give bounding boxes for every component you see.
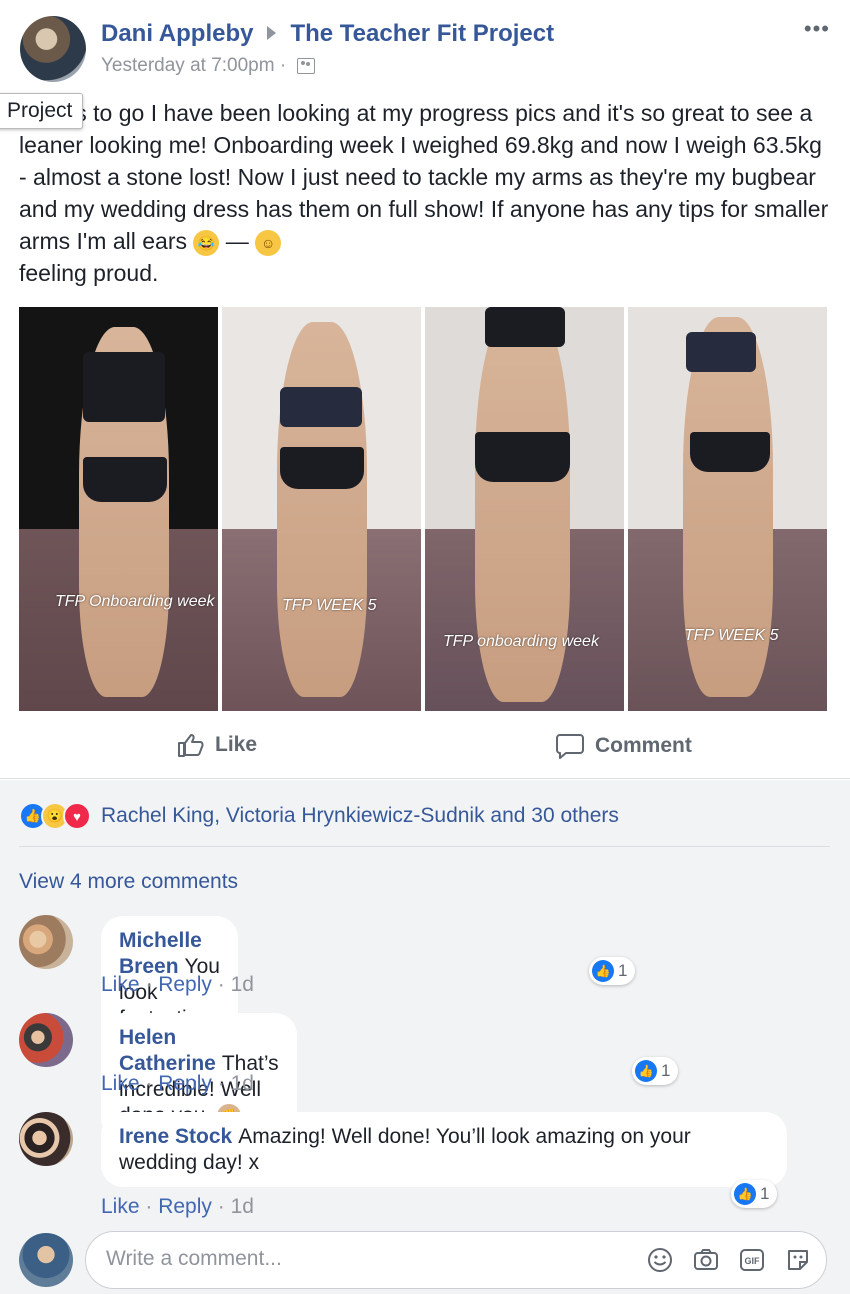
post-time[interactable]: Yesterday at 7:00pm	[101, 55, 275, 76]
commenter-name[interactable]: Helen Catherine	[119, 1026, 216, 1075]
post-meta: Yesterday at 7:00pm ·	[101, 55, 316, 77]
feeling-text: feeling proud.	[19, 260, 159, 286]
like-button[interactable]: Like	[177, 732, 257, 758]
reaction-count: 1	[661, 1061, 671, 1080]
svg-text:GIF: GIF	[745, 1256, 761, 1266]
comment-actions: Like · Reply · 1d	[101, 1195, 254, 1218]
comment-reply-link[interactable]: Reply	[158, 1195, 212, 1218]
comment-actions: Like · Reply · 1d	[101, 973, 254, 996]
reactions-summary[interactable]: 👍 😮 ♥ Rachel King, Victoria Hrynkiewicz-…	[19, 802, 619, 830]
comment-time[interactable]: 1d	[231, 1195, 254, 1218]
comment-input-icons: GIF	[646, 1246, 812, 1274]
post-dash: —	[225, 228, 249, 254]
current-user-avatar[interactable]	[19, 1233, 73, 1287]
commenter-name[interactable]: Irene Stock	[119, 1125, 232, 1148]
photo-caption-1: TFP Onboarding week	[55, 593, 215, 610]
comment-like-link[interactable]: Like	[101, 973, 140, 996]
comment-bubble: Irene Stock Amazing! Well done! You’ll lo…	[101, 1112, 787, 1187]
post-photo[interactable]: TFP Onboarding week TFP WEEK 5 TFP onboa…	[19, 307, 827, 711]
comment-actions: Like · Reply · 1d	[101, 1072, 254, 1095]
commenter-avatar[interactable]	[19, 1013, 73, 1067]
photo-panel-2: TFP WEEK 5	[222, 307, 421, 711]
photo-caption-2: TFP WEEK 5	[282, 597, 377, 614]
commenter-avatar[interactable]	[19, 1112, 73, 1166]
reaction-count: 1	[618, 961, 628, 980]
photo-panel-4: TFP WEEK 5	[628, 307, 827, 711]
emoji-icon[interactable]	[646, 1246, 674, 1274]
comment-input-placeholder: Write a comment...	[106, 1247, 282, 1270]
more-options-icon[interactable]: •••	[804, 16, 830, 42]
comment-reaction-badge[interactable]: 👍 1	[589, 957, 636, 985]
view-more-comments[interactable]: View 4 more comments	[19, 870, 238, 894]
photo-panel-3: TFP onboarding week	[425, 307, 624, 711]
tooltip: Project	[0, 93, 84, 129]
comment-reply-link[interactable]: Reply	[158, 973, 212, 996]
post-header: Dani Appleby The Teacher Fit Project	[101, 20, 554, 48]
commenter-avatar[interactable]	[19, 915, 73, 969]
meta-separator: ·	[279, 55, 287, 76]
photo-caption-4: TFP WEEK 5	[684, 627, 779, 644]
smiling-emoji-icon: ☺	[255, 229, 282, 256]
comment-section: 👍 😮 ♥ Rachel King, Victoria Hrynkiewicz-…	[0, 780, 850, 1294]
comment-button[interactable]: Comment	[555, 732, 692, 760]
post-text: 7 days to go I have been looking at my p…	[19, 97, 834, 289]
group-name[interactable]: The Teacher Fit Project	[290, 20, 554, 47]
like-reaction-icon: 👍	[635, 1060, 657, 1082]
comment-time[interactable]: 1d	[231, 973, 254, 996]
thumbs-up-icon	[178, 734, 204, 757]
post: Dani Appleby The Teacher Fit Project Yest…	[0, 0, 850, 780]
comment-input[interactable]: Write a comment... GIF	[85, 1231, 827, 1289]
comment-like-link[interactable]: Like	[101, 1072, 140, 1095]
gif-icon[interactable]: GIF	[738, 1246, 766, 1274]
comment-icon	[556, 734, 584, 759]
post-body: 7 days to go I have been looking at my p…	[19, 100, 829, 254]
photo-caption-3: TFP onboarding week	[443, 633, 599, 650]
comment-time[interactable]: 1d	[231, 1072, 254, 1095]
comment-label: Comment	[595, 734, 692, 757]
like-reaction-icon: 👍	[734, 1183, 756, 1205]
laughing-emoji-icon: 😂	[193, 229, 220, 256]
like-reaction-icon: 👍	[592, 960, 614, 982]
photo-panel-1: TFP Onboarding week	[19, 307, 218, 711]
reaction-count: 1	[760, 1184, 770, 1203]
love-reaction-icon: ♥	[63, 802, 91, 830]
divider	[19, 846, 830, 847]
author-name[interactable]: Dani Appleby	[101, 20, 253, 47]
group-audience-icon[interactable]	[297, 57, 316, 74]
comment-like-link[interactable]: Like	[101, 1195, 140, 1218]
arrow-right-icon	[267, 25, 277, 40]
sticker-icon[interactable]	[784, 1246, 812, 1274]
comment-reaction-badge[interactable]: 👍 1	[731, 1180, 778, 1208]
comment-reaction-badge[interactable]: 👍 1	[632, 1057, 679, 1085]
comment-reply-link[interactable]: Reply	[158, 1072, 212, 1095]
camera-icon[interactable]	[692, 1246, 720, 1274]
post-actions: Like Comment	[0, 716, 850, 779]
like-label: Like	[215, 733, 258, 756]
author-avatar[interactable]	[20, 16, 86, 82]
reactions-text[interactable]: Rachel King, Victoria Hrynkiewicz-Sudnik…	[101, 804, 619, 828]
